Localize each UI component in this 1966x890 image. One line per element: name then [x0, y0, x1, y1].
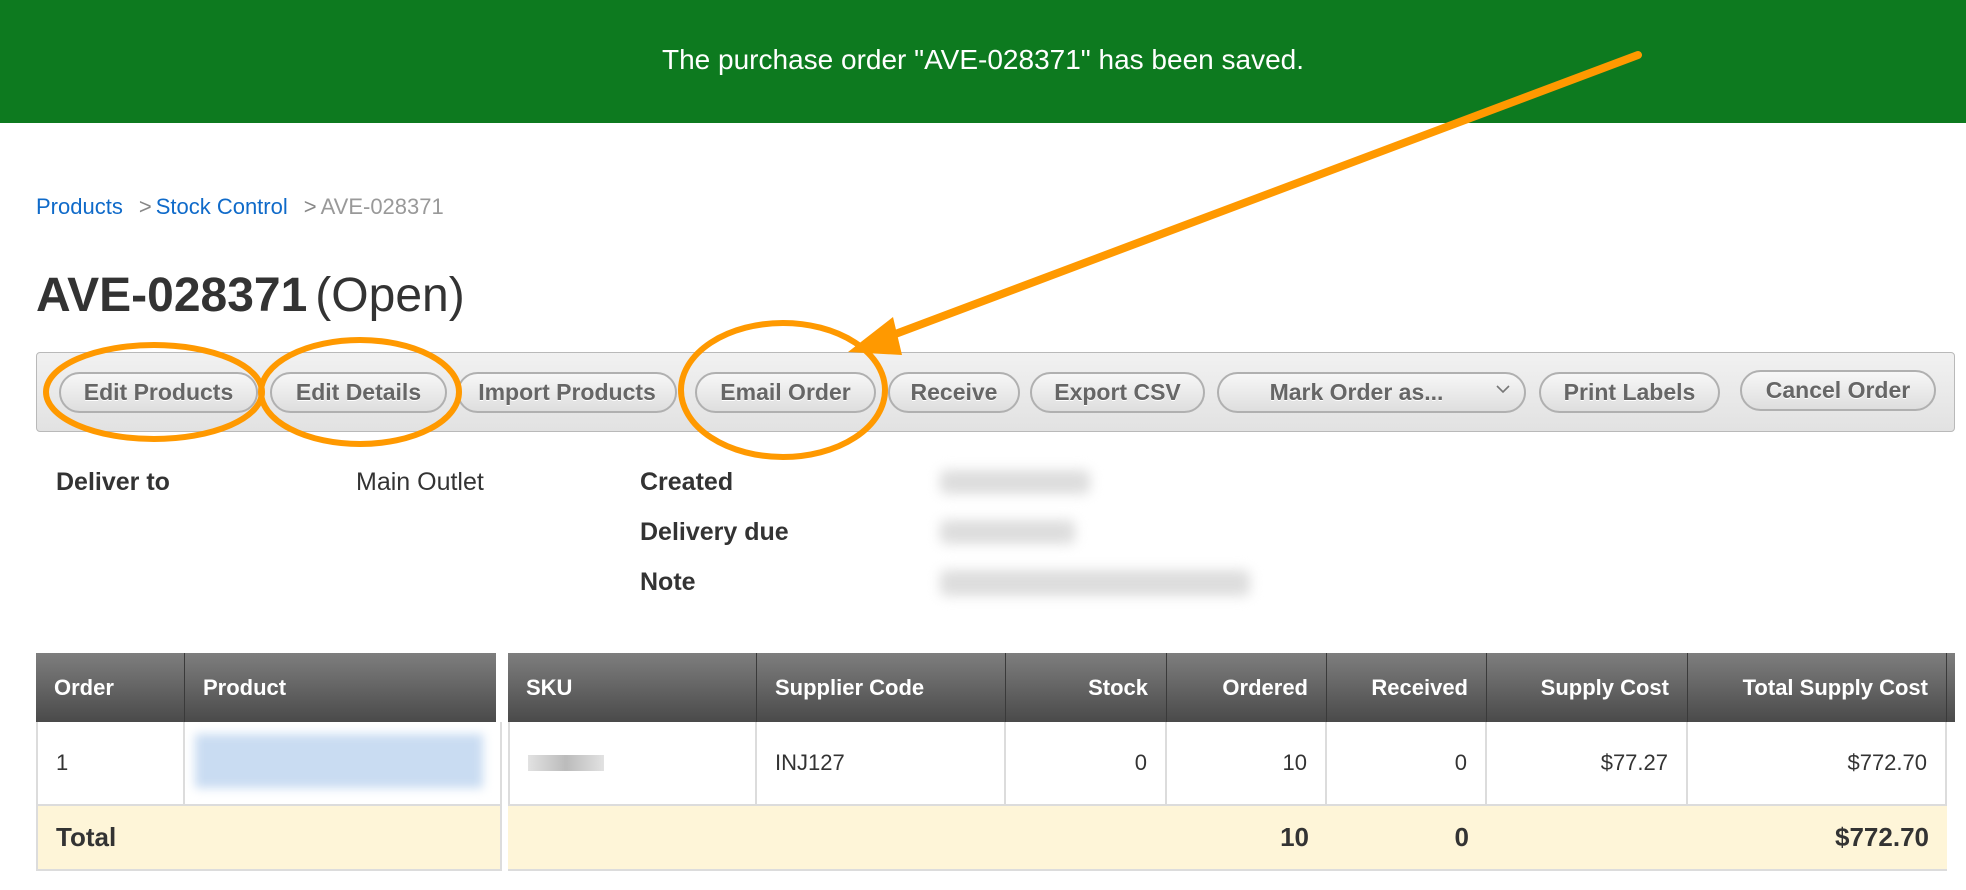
created-value-redacted	[940, 470, 1090, 494]
deliver-to-value: Main Outlet	[356, 468, 484, 496]
edit-products-button[interactable]: Edit Products	[59, 372, 258, 413]
breadcrumb-separator: >	[303, 194, 317, 219]
annotation-arrow-head-icon	[848, 317, 902, 355]
chevron-down-icon	[1496, 385, 1510, 394]
breadcrumb-products[interactable]: Products	[36, 194, 123, 219]
column-header-sku[interactable]: SKU	[508, 653, 757, 722]
cell-total-supply-cost: $772.70	[1688, 722, 1947, 806]
column-header-supplier-code[interactable]: Supplier Code	[757, 653, 1006, 722]
column-header-total-supply-cost[interactable]: Total Supply Cost	[1688, 653, 1947, 722]
column-header-supply-cost[interactable]: Supply Cost	[1487, 653, 1688, 722]
receive-button[interactable]: Receive	[888, 372, 1020, 413]
mark-order-as-select[interactable]: Mark Order as...	[1217, 372, 1526, 413]
cell-supply-cost: $77.27	[1487, 722, 1688, 806]
cell-stock: 0	[1006, 722, 1167, 806]
cell-sku	[508, 722, 757, 806]
total-spacer	[508, 806, 1167, 871]
column-header-stock[interactable]: Stock	[1006, 653, 1167, 722]
action-toolbar: Edit Products Edit Details Import Produc…	[36, 352, 1955, 432]
cell-received: 0	[1327, 722, 1487, 806]
print-labels-button[interactable]: Print Labels	[1539, 372, 1720, 413]
delivery-due-label: Delivery due	[640, 518, 789, 546]
product-link-redacted[interactable]	[195, 734, 483, 788]
delivery-due-value-redacted	[940, 520, 1075, 544]
breadcrumb: Products > Stock Control > AVE-028371	[36, 194, 444, 220]
breadcrumb-separator: >	[138, 194, 152, 219]
breadcrumb-stock-control[interactable]: Stock Control	[156, 194, 288, 219]
sku-redacted	[528, 755, 604, 771]
success-message: The purchase order "AVE-028371" has been…	[662, 44, 1304, 75]
order-items-table: Order Product SKU Supplier Code Stock Or…	[36, 653, 1955, 871]
email-order-button[interactable]: Email Order	[695, 372, 876, 413]
cancel-order-button[interactable]: Cancel Order	[1740, 370, 1936, 411]
export-csv-button[interactable]: Export CSV	[1030, 372, 1205, 413]
cell-supplier-code: INJ127	[757, 722, 1006, 806]
column-header-received[interactable]: Received	[1327, 653, 1487, 722]
mark-order-as-label: Mark Order as...	[1269, 379, 1444, 405]
created-label: Created	[640, 468, 734, 496]
success-banner: The purchase order "AVE-028371" has been…	[0, 0, 1966, 123]
column-header-order[interactable]: Order	[36, 653, 185, 722]
header-scroll-edge	[1947, 653, 1955, 722]
page-title: AVE-028371 (Open)	[36, 268, 465, 323]
order-status: (Open)	[315, 269, 465, 322]
total-received: 0	[1327, 806, 1487, 871]
cell-order: 1	[36, 722, 185, 806]
deliver-to-label: Deliver to	[56, 468, 170, 496]
edit-details-button[interactable]: Edit Details	[270, 372, 447, 413]
note-value-redacted	[940, 570, 1250, 596]
import-products-button[interactable]: Import Products	[457, 372, 677, 413]
column-header-ordered[interactable]: Ordered	[1167, 653, 1327, 722]
cell-ordered: 10	[1167, 722, 1327, 806]
breadcrumb-current: AVE-028371	[320, 194, 444, 219]
order-number: AVE-028371	[36, 269, 308, 322]
column-header-product[interactable]: Product	[185, 653, 502, 722]
total-supply-cost: $772.70	[1688, 806, 1947, 871]
total-ordered: 10	[1167, 806, 1327, 871]
total-label: Total	[36, 806, 502, 871]
total-spacer-2	[1487, 806, 1688, 871]
note-label: Note	[640, 568, 696, 596]
cell-product[interactable]	[185, 722, 502, 806]
